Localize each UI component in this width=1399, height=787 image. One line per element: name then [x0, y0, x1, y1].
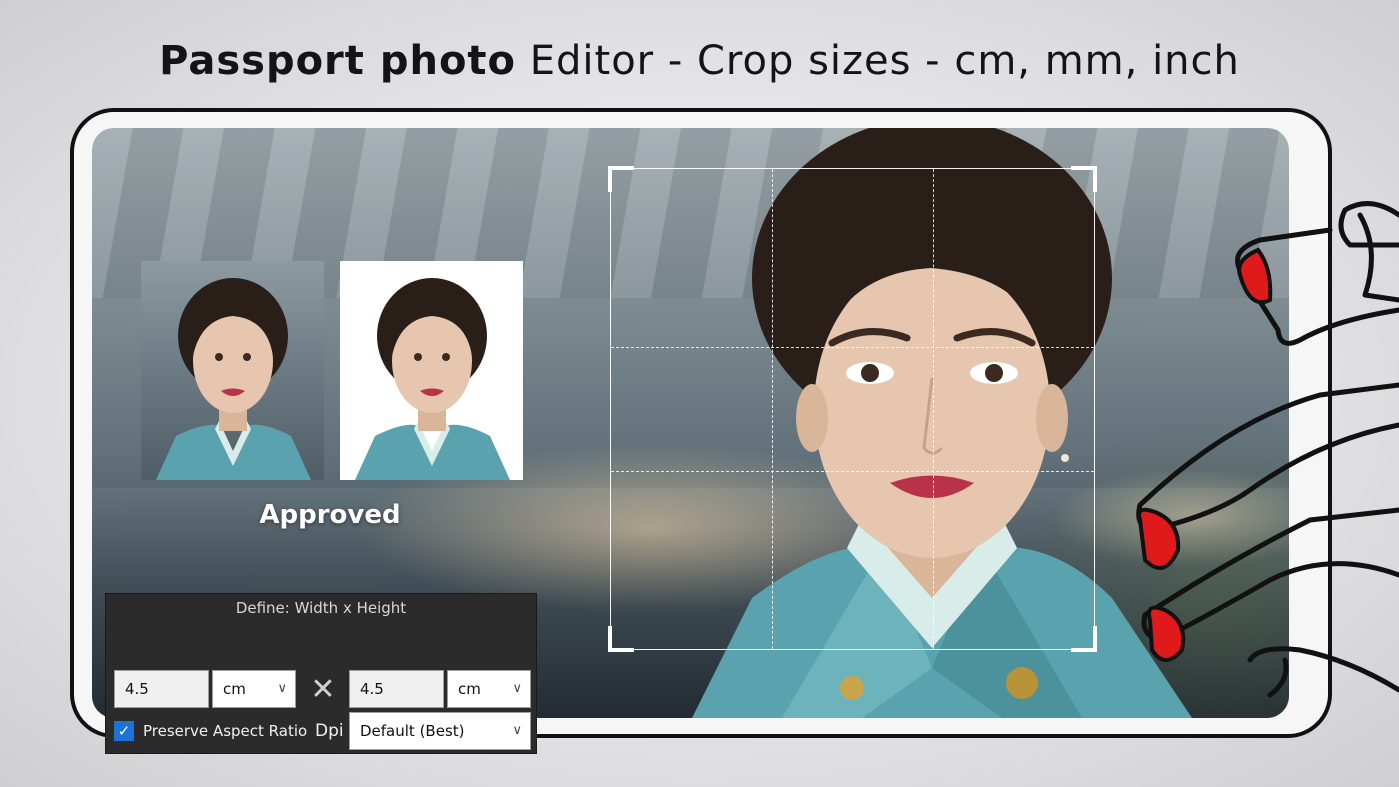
thumbnail-portrait	[355, 278, 510, 480]
width-unit-value: cm	[223, 680, 246, 698]
headline-rest: Editor - Crop sizes - cm, mm, inch	[516, 38, 1240, 84]
dpi-label: Dpi	[315, 721, 344, 741]
crop-grid-line	[611, 471, 1094, 473]
width-input[interactable]: 4.5	[114, 670, 209, 708]
panel-title: Define: Width x Height	[235, 599, 407, 617]
chevron-down-icon: ∨	[512, 681, 522, 696]
height-input[interactable]: 4.5	[349, 670, 444, 708]
thumbnail-original-background[interactable]	[141, 261, 324, 480]
chevron-down-icon: ∨	[512, 723, 522, 738]
height-unit-select[interactable]: cm ∨	[447, 670, 531, 708]
crop-grid-line	[611, 346, 1094, 348]
height-unit-value: cm	[458, 680, 481, 698]
crop-grid-line	[932, 169, 934, 649]
headline: Passport photo Editor - Crop sizes - cm,…	[0, 38, 1399, 94]
multiply-icon: ✕	[310, 672, 336, 707]
checkmark-icon: ✓	[117, 722, 131, 740]
dpi-select[interactable]: Default (Best) ∨	[349, 712, 531, 750]
crop-grid-line	[771, 169, 773, 649]
headline-bold: Passport photo	[159, 38, 517, 84]
thumbnail-portrait	[156, 278, 311, 480]
hand-line-art	[1136, 201, 1399, 698]
crop-handle-bottom-right[interactable]	[1071, 626, 1097, 652]
preserve-aspect-checkbox[interactable]: ✓	[114, 721, 134, 741]
dpi-value: Default (Best)	[360, 722, 465, 740]
crop-frame[interactable]	[608, 166, 1097, 652]
crop-handle-top-left[interactable]	[608, 166, 634, 192]
approved-label: Approved	[259, 500, 401, 530]
thumbnail-white-background[interactable]	[340, 261, 523, 480]
width-unit-select[interactable]: cm ∨	[212, 670, 296, 708]
crop-handle-top-right[interactable]	[1071, 166, 1097, 192]
crop-handle-bottom-left[interactable]	[608, 626, 634, 652]
chevron-down-icon: ∨	[277, 681, 287, 696]
preserve-aspect-label[interactable]: Preserve Aspect Ratio	[143, 720, 307, 742]
hand-illustration	[1120, 190, 1399, 710]
